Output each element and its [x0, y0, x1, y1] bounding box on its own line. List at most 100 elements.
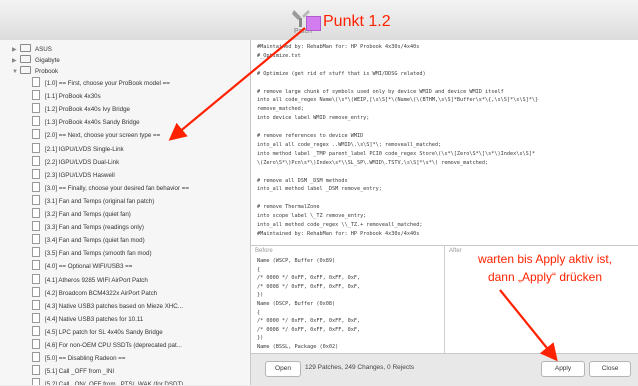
annotation-marker: [306, 16, 321, 31]
patch-list-item[interactable]: [5.1] Call _OFF from _INI: [32, 365, 114, 378]
patch-list-item[interactable]: [5.0] == Disabling Radeon ==: [32, 352, 126, 365]
diff-before-pane[interactable]: Before Name (WSCP, Buffer (0x89) { /* 00…: [251, 246, 445, 353]
patch-item-label: [3.4] Fan and Temps (quiet fan mod): [45, 237, 145, 245]
patch-code-view[interactable]: #Maintained by: RehabMan for: HP Probook…: [251, 40, 638, 246]
patch-file-icon: [32, 221, 40, 232]
code-line: \(Zero\S*\)Pcn\s*\)Index\s*\\SL_SP\.WMID…: [257, 159, 489, 166]
code-line: # remove all DSM _DSM methods: [257, 177, 348, 184]
patch-file-icon: [32, 155, 40, 166]
code-line: # remove large chunk of symbols used onl…: [257, 88, 504, 95]
patch-item-label: [1.2] ProBook 4x40s Ivy Bridge: [45, 106, 130, 114]
patch-item-label: [1.3] ProBook 4x40s Sandy Bridge: [45, 119, 140, 127]
annotation-apply-line-2: dann „Apply“ drücken: [487, 270, 603, 284]
diff-line: }): [257, 335, 264, 342]
patch-list-item[interactable]: [4.6] For non-OEM CPU SSDTs (deprecated …: [32, 339, 182, 352]
patch-file-icon: [32, 194, 40, 205]
code-line: # Optimize (get rid of stuff that is WMI…: [257, 70, 426, 77]
patch-item-label: [3.2] Fan and Temps (quiet fan): [45, 211, 131, 218]
patch-item-label: [2.1] IGPU/LVDS Single-Link: [45, 145, 124, 153]
patch-list-item[interactable]: [4.2] Broadcom BCM4322x AirPort Patch: [32, 286, 157, 300]
patch-file-icon: [32, 273, 40, 284]
tree-group-label: Probook: [35, 68, 59, 75]
patch-list-item[interactable]: [4.4] Native USB3 patches for 10.11: [32, 312, 144, 326]
folder-icon: [20, 55, 31, 63]
patch-item-label: [2.3] IGPU/LVDS Haswell: [45, 171, 115, 179]
patch-file-icon: [32, 181, 40, 192]
patch-list-item[interactable]: [3.4] Fan and Temps (quiet fan mod): [32, 234, 145, 247]
patch-file-icon: [32, 339, 40, 349]
disclosure-triangle-icon[interactable]: ▶: [12, 57, 20, 64]
folder-icon: [20, 66, 31, 74]
patch-list-item[interactable]: [2.2] IGPU/LVDS Dual-Link: [32, 155, 120, 169]
apply-button[interactable]: Apply: [541, 361, 585, 377]
patch-item-label: [3.3] Fan and Temps (readings only): [45, 224, 144, 232]
open-button[interactable]: Open: [265, 361, 301, 377]
diff-line: /* 0008 */ 0xFF, 0xFF, 0xFF, 0xF,: [257, 283, 361, 290]
diff-line: }): [257, 292, 264, 299]
patch-item-label: [4.3] Native USB3 patches based on Mieze…: [45, 302, 183, 310]
patch-item-label: [3.5] Fan and Temps (smooth fan mod): [45, 250, 152, 258]
patch-file-icon: [32, 103, 40, 114]
code-line: #_Optimize.txt: [257, 52, 301, 59]
patch-file-icon: [32, 286, 40, 297]
diff-line: Name (BSSL, Package (0x02): [257, 344, 339, 350]
bottom-bar: Open 129 Patches, 249 Changes, 0 Rejects…: [251, 353, 638, 386]
disclosure-triangle-icon[interactable]: ▶: [12, 46, 20, 53]
patch-list-item[interactable]: [1.3] ProBook 4x40s Sandy Bridge: [32, 116, 140, 129]
disclosure-triangle-icon[interactable]: ▼: [12, 69, 20, 75]
code-line: # remove references to device WMID: [257, 133, 364, 139]
patch-list-item[interactable]: [1.1] ProBook 4x30s: [32, 90, 101, 103]
patch-tree-sidebar: ▶ ASUS ▶ Gigabyte ▼ Probook [1.0] == First, ch…: [0, 40, 251, 385]
patch-list-item[interactable]: [1.0] == First, choose your ProBook mode…: [32, 77, 170, 90]
patch-item-label: [5.2] Call _ON/_OFF from _PTS/_WAK (for …: [45, 381, 184, 385]
patch-list-item[interactable]: [2.3] IGPU/LVDS Haswell: [32, 168, 115, 182]
code-line: #Maintained by: RehabMan for: HP Probook…: [257, 230, 420, 237]
patch-item-label: [1.0] == First, choose your ProBook mode…: [45, 80, 170, 87]
code-line: into_all method code_regex \\_TZ.+ remov…: [257, 222, 423, 228]
diff-line: {: [257, 309, 261, 316]
code-line: remove_matched;: [257, 106, 304, 113]
diff-line: {: [257, 266, 261, 273]
patch-list-item[interactable]: [3.3] Fan and Temps (readings only): [32, 221, 144, 234]
code-line: into all code_regex Name\(\s*\(WEIP,[\s\…: [257, 97, 539, 104]
patch-list-item[interactable]: [1.2] ProBook 4x40s Ivy Bridge: [32, 103, 130, 116]
code-line: into device label WMID remove_entry;: [257, 115, 370, 122]
patch-item-label: [4.4] Native USB3 patches for 10.11: [45, 315, 144, 323]
patch-list-item[interactable]: [4.1] Atheros 9285 WIFI AirPort Patch: [32, 273, 148, 287]
patch-list-item[interactable]: [3.1] Fan and Temps (original fan patch): [32, 194, 155, 208]
patch-file-icon: [32, 90, 40, 101]
patch-list-item[interactable]: [3.0] == Finally, choose your desired fa…: [32, 181, 190, 195]
patch-item-label: [2.0] == Next, choose your screen type =…: [45, 132, 161, 140]
patch-list-item[interactable]: [4.3] Native USB3 patches based on Mieze…: [32, 299, 183, 313]
patch-list-item[interactable]: [2.1] IGPU/LVDS Single-Link: [32, 142, 124, 156]
patch-list-item[interactable]: [5.2] Call _ON/_OFF from _PTS/_WAK (for …: [32, 378, 183, 385]
patch-file-icon: [32, 299, 40, 310]
code-line: into_all method label _DSM remove_entry;: [257, 186, 382, 193]
code-line: into scope label \_TZ remove_entry;: [257, 213, 367, 220]
patch-list-item[interactable]: [3.5] Fan and Temps (smooth fan mod): [32, 247, 152, 260]
patch-file-icon: [32, 378, 40, 385]
patch-list-item[interactable]: [4.5] LPC patch for SL 4x40s Sandy Bridg…: [32, 325, 163, 339]
code-line: #Maintained by: RehabMan for: HP Probook…: [257, 44, 420, 50]
patch-status-text: 129 Patches, 249 Changes, 0 Rejects: [305, 364, 415, 371]
patch-item-label: [2.2] IGPU/LVDS Dual-Link: [45, 158, 120, 166]
patch-list-item[interactable]: [4.0] == Optional WIFI/USB3 ==: [32, 260, 132, 273]
patch-file-icon: [32, 312, 40, 323]
tree-group-label: Gigabyte: [35, 57, 60, 64]
window-toolbar: Patch: [0, 0, 638, 41]
patch-file-icon: [32, 260, 40, 271]
patch-item-label: [4.6] For non-OEM CPU SSDTs (deprecated …: [45, 342, 182, 349]
diff-line: /* 0008 */ 0xFF, 0xFF, 0xFF, 0xF,: [257, 326, 361, 333]
patch-file-icon: [32, 352, 40, 363]
patch-item-label: [4.1] Atheros 9285 WIFI AirPort Patch: [45, 276, 148, 284]
patch-list-item[interactable]: [2.0] == Next, choose your screen type =…: [32, 129, 160, 142]
patch-file-icon: [32, 325, 40, 336]
patch-list-item[interactable]: [3.2] Fan and Temps (quiet fan): [32, 208, 131, 221]
patch-item-label: [3.1] Fan and Temps (original fan patch): [45, 197, 155, 205]
patch-file-icon: [32, 365, 40, 376]
patch-item-label: [3.0] == Finally, choose your desired fa…: [45, 184, 190, 192]
patch-file-icon: [32, 168, 40, 179]
close-button[interactable]: Close: [589, 361, 631, 377]
patch-file-icon: [32, 234, 40, 245]
diff-line: /* 0000 */ 0xFF, 0xFF, 0xFF, 0xF,: [257, 318, 361, 325]
